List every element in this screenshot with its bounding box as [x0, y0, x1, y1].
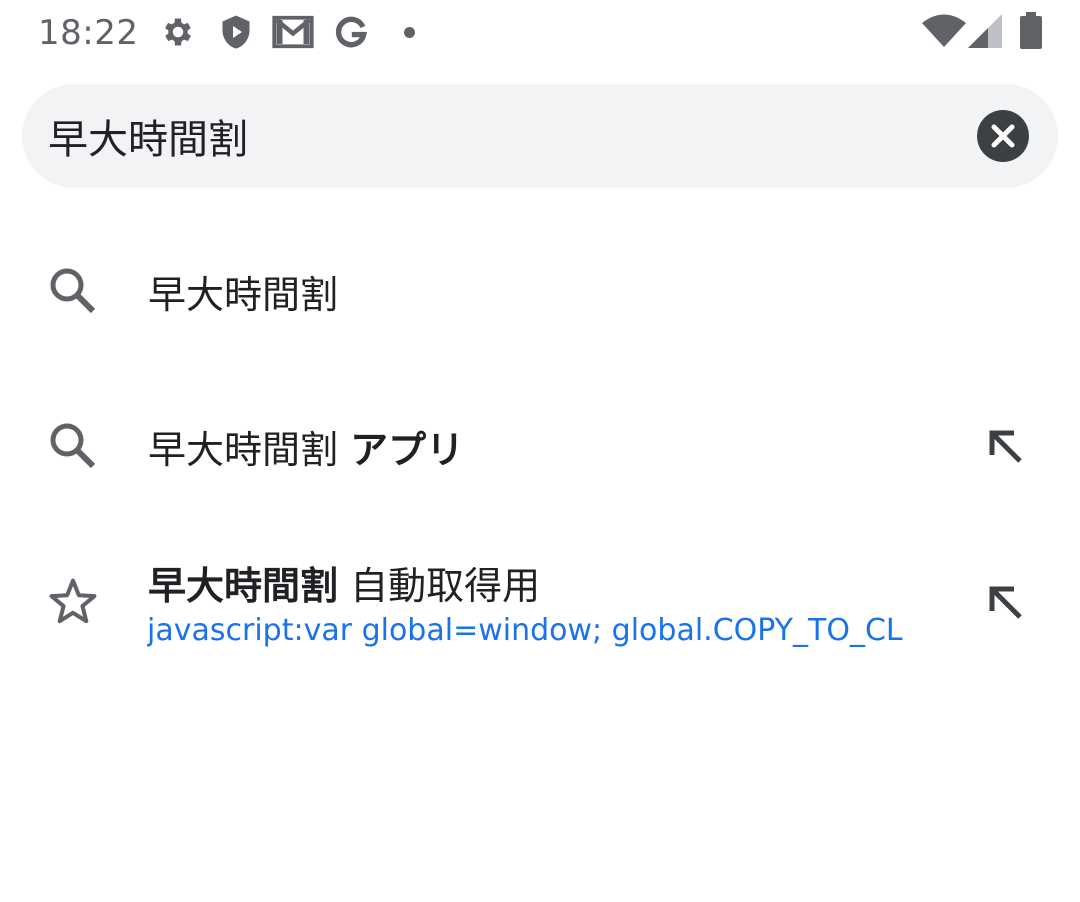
search-bar: [22, 84, 1058, 188]
gear-icon: [165, 18, 191, 46]
bookmark-title-plain: 自動取得用: [350, 564, 541, 608]
refine-query-button[interactable]: [982, 423, 1030, 471]
suggestion-text: 早大時間割 アプリ: [148, 419, 464, 474]
status-bar: 18:22: [0, 0, 1080, 66]
bookmark-suggestion-row[interactable]: 早大時間割 自動取得用 javascript:var global=window…: [0, 535, 1080, 675]
star-icon: [49, 578, 97, 624]
suggestion-text-bold: アプリ: [350, 428, 465, 472]
battery-icon: [1020, 12, 1042, 49]
google-g-icon: [335, 16, 367, 48]
bookmark-title: 早大時間割 自動取得用: [148, 555, 540, 610]
suggestion-row[interactable]: 早大時間割 アプリ: [0, 395, 1080, 495]
search-icon: [50, 423, 96, 469]
cell-signal-icon: [968, 14, 1002, 48]
clear-search-button[interactable]: [975, 108, 1031, 164]
wifi-icon: [922, 14, 966, 47]
search-icon: [50, 268, 96, 314]
bookmark-title-bold: 早大時間割: [148, 564, 339, 608]
notification-dot-icon: [404, 27, 415, 38]
refine-query-button[interactable]: [982, 579, 1030, 627]
status-time: 18:22: [38, 13, 139, 53]
search-input[interactable]: [48, 108, 948, 164]
suggestion-text-plain: 早大時間割: [148, 428, 339, 472]
north-west-arrow-icon: [989, 586, 1022, 619]
suggestion-row[interactable]: 早大時間割: [0, 240, 1080, 340]
gmail-icon: [272, 15, 314, 49]
suggestion-text: 早大時間割: [148, 273, 339, 317]
close-circle-icon: [977, 110, 1029, 162]
north-west-arrow-icon: [989, 430, 1022, 463]
shield-play-icon: [222, 15, 250, 49]
bookmark-url: javascript:var global=window; global.COP…: [147, 613, 903, 648]
